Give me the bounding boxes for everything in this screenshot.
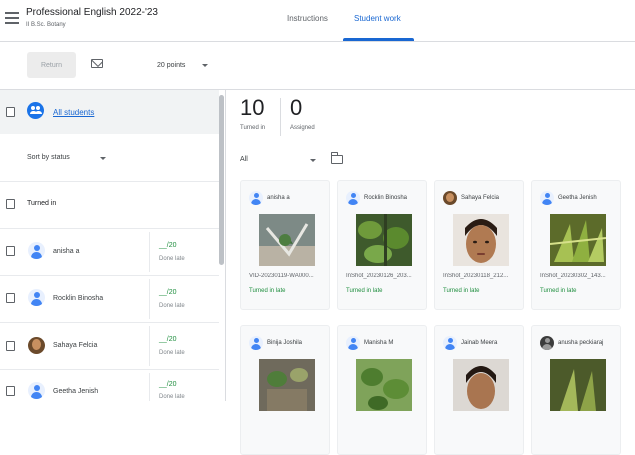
submission-card[interactable]: Jainab Meera <box>434 325 524 455</box>
all-students-checkbox[interactable] <box>6 107 15 117</box>
assigned-label: Assigned <box>290 125 315 131</box>
thumbnail-image <box>356 359 412 411</box>
grade-input[interactable]: __/20 <box>159 381 177 388</box>
student-checkbox[interactable] <box>6 386 15 396</box>
file-name: InShot_20230118_212... <box>443 273 509 279</box>
submission-status: Turned in late <box>249 288 286 294</box>
submission-status: Turned in late <box>346 288 383 294</box>
submission-card[interactable]: Sahaya Felcia InShot_20230118_212... Tur… <box>434 180 524 310</box>
divider <box>280 98 281 136</box>
status-text: Done late <box>159 256 185 262</box>
submission-status: Turned in late <box>443 288 480 294</box>
active-tab-indicator <box>343 38 414 41</box>
avatar <box>443 336 457 350</box>
student-checkbox[interactable] <box>6 246 15 256</box>
avatar <box>346 191 360 205</box>
submission-card[interactable]: Geetha Jenish InShot_20230302_143... Tur… <box>531 180 621 310</box>
scrollbar[interactable] <box>219 95 224 265</box>
avatar <box>346 336 360 350</box>
avatar <box>540 191 554 205</box>
chevron-down-icon <box>310 159 316 162</box>
sort-label: Sort by status <box>27 154 70 161</box>
thumbnail-image <box>550 214 606 266</box>
thumbnail-image <box>259 214 315 266</box>
divider <box>0 181 219 182</box>
grade-input[interactable]: __/20 <box>159 289 177 296</box>
avatar <box>28 337 45 354</box>
card-student-name: Geetha Jenish <box>558 195 597 201</box>
avatar <box>540 336 554 350</box>
card-student-name: Binija Joshila <box>267 340 303 346</box>
file-name: InShot_20230126_203... <box>346 273 412 279</box>
thumbnail-image <box>259 359 315 411</box>
avatar <box>28 242 45 259</box>
points-value: 20 points <box>157 61 186 69</box>
student-name[interactable]: Rocklin Binosha <box>53 295 103 302</box>
turned-in-checkbox[interactable] <box>6 199 15 209</box>
file-name: VID-20230119-WA000... <box>249 273 314 279</box>
thumbnail-image <box>550 359 606 411</box>
status-text: Done late <box>159 350 185 356</box>
student-name[interactable]: Geetha Jenish <box>53 388 98 395</box>
chevron-down-icon <box>202 64 208 67</box>
divider <box>149 279 150 319</box>
student-checkbox[interactable] <box>6 341 15 351</box>
assigned-count: 0 <box>290 95 303 120</box>
avatar <box>249 336 263 350</box>
card-student-name: Rocklin Binosha <box>364 195 408 201</box>
course-title: Professional English 2022-'23 <box>26 7 158 18</box>
group-icon <box>27 102 44 119</box>
card-student-name: Jainab Meera <box>461 340 498 346</box>
divider <box>0 322 219 323</box>
submission-card[interactable]: Rocklin Binosha InShot_20230126_203... T… <box>337 180 427 310</box>
submission-card[interactable]: anusha peckiaraj <box>531 325 621 455</box>
tab-instructions[interactable]: Instructions <box>287 14 328 23</box>
divider <box>149 232 150 272</box>
card-student-name: Manisha M <box>364 340 394 346</box>
divider <box>0 275 219 276</box>
thumbnail-image <box>453 214 509 266</box>
status-text: Done late <box>159 303 185 309</box>
card-student-name: anusha peckiaraj <box>558 340 604 346</box>
avatar <box>28 382 45 399</box>
turned-in-label: Turned in <box>240 125 266 131</box>
thumbnail-image <box>453 359 509 411</box>
status-text: Done late <box>159 394 185 400</box>
menu-icon[interactable] <box>5 12 19 24</box>
grade-input[interactable]: __/20 <box>159 242 177 249</box>
return-button[interactable]: Return <box>27 52 76 78</box>
submission-card[interactable]: Manisha M <box>337 325 427 455</box>
card-student-name: anisha a <box>267 195 290 201</box>
submission-card[interactable]: anisha a VID-20230119-WA000... Turned in… <box>240 180 330 310</box>
card-student-name: Sahaya Felcia <box>461 195 500 201</box>
student-checkbox[interactable] <box>6 293 15 303</box>
divider <box>149 326 150 366</box>
turned-in-count: 10 <box>240 95 265 120</box>
folder-icon[interactable] <box>331 152 343 164</box>
sort-select[interactable]: Sort by status <box>27 154 106 161</box>
chevron-down-icon <box>100 157 106 160</box>
file-name: InShot_20230302_143... <box>540 273 606 279</box>
student-name[interactable]: anisha a <box>53 248 79 255</box>
divider <box>149 373 150 401</box>
avatar <box>249 191 263 205</box>
section-label-turned-in: Turned in <box>27 200 57 207</box>
filter-select[interactable]: All <box>240 156 316 163</box>
divider <box>0 369 219 370</box>
tab-student-work[interactable]: Student work <box>354 14 401 23</box>
divider <box>0 228 219 229</box>
submission-status: Turned in late <box>540 288 577 294</box>
grade-input[interactable]: __/20 <box>159 336 177 343</box>
all-students-link[interactable]: All students <box>53 108 94 117</box>
avatar <box>28 289 45 306</box>
filter-value: All <box>240 156 248 163</box>
thumbnail-image <box>356 214 412 266</box>
student-name[interactable]: Sahaya Felcia <box>53 342 97 349</box>
points-select[interactable]: 20 points <box>149 53 216 77</box>
course-subtitle: II B.Sc. Botany <box>26 22 66 28</box>
submission-card[interactable]: Binija Joshila <box>240 325 330 455</box>
mail-icon[interactable] <box>91 59 103 68</box>
avatar <box>443 191 457 205</box>
